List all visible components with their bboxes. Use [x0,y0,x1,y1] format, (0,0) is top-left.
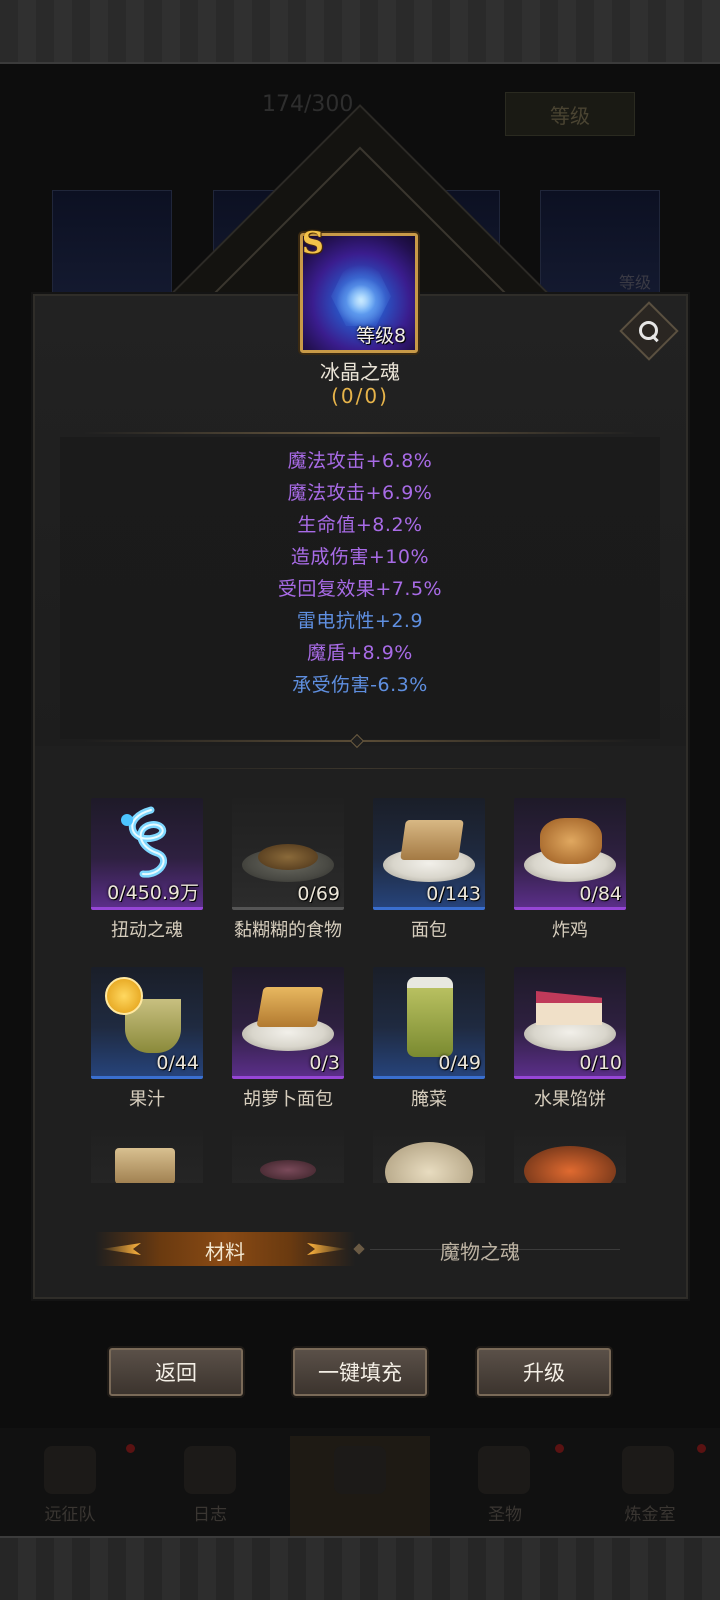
material-tile: 0/69 [232,798,344,910]
stat-line: 受回复效果+7.5% [277,578,443,600]
background-soul-card [52,190,172,300]
top-decorative-bar [0,0,720,64]
food-icon [524,1146,616,1183]
divider [120,768,600,769]
nav-label-expedition[interactable]: 远征队 [15,1500,125,1525]
material-name: 炸鸡 [552,920,588,941]
material-name: 面包 [411,920,447,941]
stat-line: 造成伤害+10% [290,546,430,568]
material-quantity: 0/10 [579,1052,622,1074]
fried-chicken-pieces [540,818,602,864]
stat-line: 生命值+8.2% [297,514,423,536]
material-item[interactable]: 0/450.9万 扭动之魂 [91,798,203,942]
background-level-button: 等级 [505,92,635,136]
upgrade-button[interactable]: 升级 [477,1348,611,1396]
expedition-icon[interactable] [44,1446,96,1494]
material-name: 扭动之魂 [111,920,183,941]
auto-fill-button[interactable]: 一键填充 [293,1348,427,1396]
material-item[interactable] [373,1130,485,1183]
material-tile: 0/84 [514,798,626,910]
material-name: 腌菜 [411,1089,447,1110]
stat-line: 雷电抗性+2.9 [296,610,424,632]
material-item[interactable]: 0/10 水果馅饼 [514,967,626,1111]
material-item[interactable] [91,1130,203,1183]
food-icon [260,1160,316,1180]
material-tabs: 材料 魔物之魂 [95,1232,625,1266]
magnifier-icon [639,321,659,341]
background-card-level: 等级 [618,273,651,292]
notification-dot [697,1444,706,1453]
material-name: 黏糊糊的食物 [234,920,342,941]
material-tile [232,1130,344,1183]
material-quantity: 0/84 [579,883,622,905]
material-item[interactable]: 0/143 面包 [373,798,485,942]
material-item[interactable]: 0/49 腌菜 [373,967,485,1111]
soul-icon[interactable] [334,1446,386,1494]
nav-label-relic[interactable]: 圣物 [450,1500,560,1525]
material-tile [91,1130,203,1183]
material-tile: 0/44 [91,967,203,1079]
notification-dot [126,1444,135,1453]
notification-dot [555,1444,564,1453]
material-quantity: 0/44 [156,1052,199,1074]
alchemy-icon[interactable] [622,1446,674,1494]
material-item[interactable] [232,1130,344,1183]
material-quantity: 0/3 [309,1052,340,1074]
material-quantity: 0/143 [426,883,481,905]
stat-line: 魔盾+8.9% [307,642,413,664]
material-tile: 0/10 [514,967,626,1079]
soul-count: (0/0) [331,384,389,408]
food-icon [115,1148,175,1183]
nav-label-alchemy[interactable]: 炼金室 [595,1500,705,1525]
lemon-slice [105,977,143,1015]
soul-level: 等级8 [356,325,407,347]
material-item[interactable] [514,1130,626,1183]
food-icon [385,1142,473,1183]
bread-loaf [400,820,464,860]
stat-line: 承受伤害-6.3% [292,674,428,696]
materials-grid[interactable]: 0/450.9万 扭动之魂 0/69 黏糊糊的食物 0/143 面包 0/84 … [60,790,660,1183]
material-tile [373,1130,485,1183]
material-item[interactable]: 0/84 炸鸡 [514,798,626,942]
soul-name: 冰晶之魂 [320,360,400,384]
material-tile: 0/49 [373,967,485,1079]
material-quantity: 0/450.9万 [107,882,199,904]
journal-icon[interactable] [184,1446,236,1494]
background-count: 174/300 [262,92,354,117]
material-quantity: 0/49 [438,1052,481,1074]
material-item[interactable]: 0/44 果汁 [91,967,203,1111]
material-item[interactable]: 0/3 胡萝卜面包 [232,967,344,1111]
material-item[interactable]: 0/69 黏糊糊的食物 [232,798,344,942]
stat-line: 魔法攻击+6.8% [287,450,433,472]
bottom-decorative-bar [0,1536,720,1600]
material-tile: 0/3 [232,967,344,1079]
tab-label: 材料 [205,1240,245,1264]
sticky-food-blob [258,844,318,870]
background-soul-card: 等级 [540,190,660,300]
stat-line: 魔法攻击+6.9% [287,482,433,504]
material-quantity: 0/69 [297,883,340,905]
divider [85,432,635,434]
material-name: 水果馅饼 [534,1089,606,1110]
rank-badge: S [302,226,324,261]
crystal-glow [331,260,391,326]
tab-materials[interactable]: 材料 [95,1232,355,1266]
fruit-pie-slice [536,991,602,1025]
tab-separator-icon [353,1243,365,1255]
material-name: 果汁 [129,1089,165,1110]
back-button[interactable]: 返回 [109,1348,243,1396]
material-tile: 0/450.9万 [91,798,203,910]
material-name: 胡萝卜面包 [243,1089,333,1110]
pickles-icon [407,977,453,1057]
relic-icon[interactable] [478,1446,530,1494]
material-tile: 0/143 [373,798,485,910]
tab-monster-souls[interactable]: 魔物之魂 [385,1236,575,1265]
carrot-bread-slice [256,987,324,1027]
nav-label-journal[interactable]: 日志 [155,1500,265,1525]
material-tile [514,1130,626,1183]
